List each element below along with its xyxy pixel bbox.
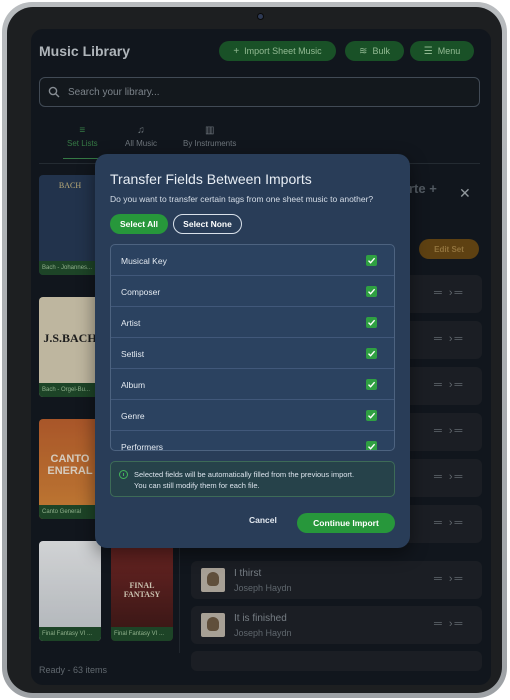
- field-row-genre[interactable]: Genre: [111, 400, 394, 431]
- info-icon: [119, 470, 128, 479]
- camera-icon: [257, 13, 264, 20]
- continue-import-button[interactable]: Continue Import: [297, 513, 395, 533]
- check-icon: [368, 381, 376, 388]
- field-label: Performers: [121, 442, 164, 451]
- cancel-button[interactable]: Cancel: [249, 515, 277, 525]
- field-row-musical-key[interactable]: Musical Key: [111, 245, 394, 276]
- checkbox[interactable]: [366, 317, 377, 328]
- check-icon: [368, 412, 376, 419]
- checkbox[interactable]: [366, 410, 377, 421]
- select-all-button[interactable]: Select All: [110, 214, 168, 234]
- field-list[interactable]: Musical Key Composer Artist Setlist Albu…: [110, 244, 395, 451]
- checkbox[interactable]: [366, 348, 377, 359]
- checkbox[interactable]: [366, 286, 377, 297]
- field-row-composer[interactable]: Composer: [111, 276, 394, 307]
- info-banner: Selected fields will be automatically fi…: [110, 461, 395, 497]
- field-label: Musical Key: [121, 256, 167, 266]
- check-icon: [368, 257, 376, 264]
- dialog-subtitle: Do you want to transfer certain tags fro…: [110, 194, 374, 204]
- checkbox[interactable]: [366, 255, 377, 266]
- checkbox[interactable]: [366, 379, 377, 390]
- check-icon: [368, 288, 376, 295]
- field-row-artist[interactable]: Artist: [111, 307, 394, 338]
- field-label: Composer: [121, 287, 161, 297]
- check-icon: [368, 443, 376, 450]
- info-text-line2: You can still modify them for each file.: [134, 481, 260, 490]
- field-row-setlist[interactable]: Setlist: [111, 338, 394, 369]
- checkbox[interactable]: [366, 441, 377, 450]
- select-none-button[interactable]: Select None: [173, 214, 242, 234]
- field-label: Genre: [121, 411, 145, 421]
- field-label: Artist: [121, 318, 141, 328]
- info-text-line1: Selected fields will be automatically fi…: [134, 470, 355, 479]
- field-row-album[interactable]: Album: [111, 369, 394, 400]
- field-label: Album: [121, 380, 146, 390]
- check-icon: [368, 319, 376, 326]
- check-icon: [368, 350, 376, 357]
- field-row-performers[interactable]: Performers: [111, 431, 394, 451]
- field-label: Setlist: [121, 349, 145, 359]
- transfer-fields-dialog: Transfer Fields Between Imports Do you w…: [95, 154, 410, 548]
- dialog-title: Transfer Fields Between Imports: [110, 171, 312, 187]
